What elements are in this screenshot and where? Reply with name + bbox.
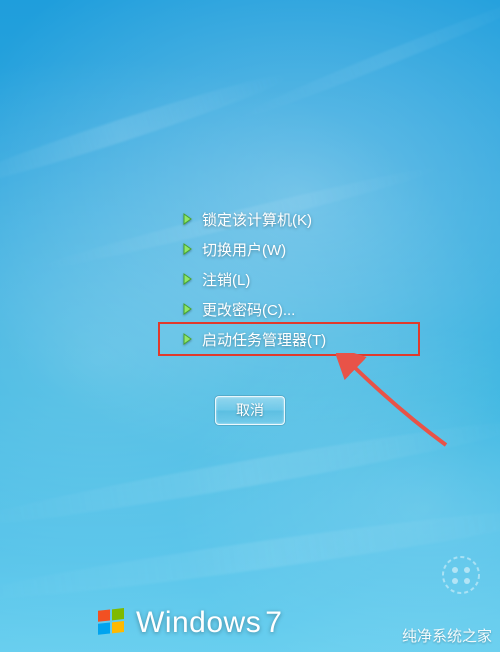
watermark-logo-icon bbox=[440, 554, 482, 596]
decorative-streak bbox=[0, 65, 295, 197]
menu-item-label: 更改密码(C)... bbox=[202, 299, 295, 320]
decorative-streak bbox=[0, 410, 500, 536]
menu-log-off[interactable]: 注销(L) bbox=[176, 264, 406, 294]
windows-brand: Windows7 bbox=[96, 606, 282, 640]
arrow-right-icon bbox=[182, 273, 196, 285]
menu-item-label: 启动任务管理器(T) bbox=[202, 329, 326, 350]
arrow-right-icon bbox=[182, 333, 196, 345]
cancel-button[interactable]: 取消 bbox=[215, 396, 285, 425]
brand-name: Windows bbox=[136, 606, 261, 639]
ctrl-alt-del-menu: 锁定该计算机(K) 切换用户(W) 注销(L) 更改密码(C)... 启动任务管 bbox=[176, 204, 406, 354]
brand-text: Windows7 bbox=[136, 606, 282, 640]
menu-change-password[interactable]: 更改密码(C)... bbox=[176, 294, 406, 324]
secure-desktop-screen: 锁定该计算机(K) 切换用户(W) 注销(L) 更改密码(C)... 启动任务管 bbox=[0, 0, 500, 652]
menu-switch-user[interactable]: 切换用户(W) bbox=[176, 234, 406, 264]
cancel-button-row: 取消 bbox=[0, 396, 500, 425]
arrow-right-icon bbox=[182, 303, 196, 315]
arrow-right-icon bbox=[182, 243, 196, 255]
watermark-text: 纯净系统之家 bbox=[402, 625, 492, 646]
menu-item-label: 切换用户(W) bbox=[202, 239, 286, 260]
brand-version: 7 bbox=[265, 606, 282, 639]
menu-start-task-manager[interactable]: 启动任务管理器(T) bbox=[176, 324, 406, 354]
windows-logo-icon bbox=[96, 607, 128, 639]
decorative-streak bbox=[230, 0, 500, 127]
arrow-right-icon bbox=[182, 213, 196, 225]
menu-item-label: 锁定该计算机(K) bbox=[202, 209, 312, 230]
menu-lock-computer[interactable]: 锁定该计算机(K) bbox=[176, 204, 406, 234]
menu-item-label: 注销(L) bbox=[202, 269, 250, 290]
